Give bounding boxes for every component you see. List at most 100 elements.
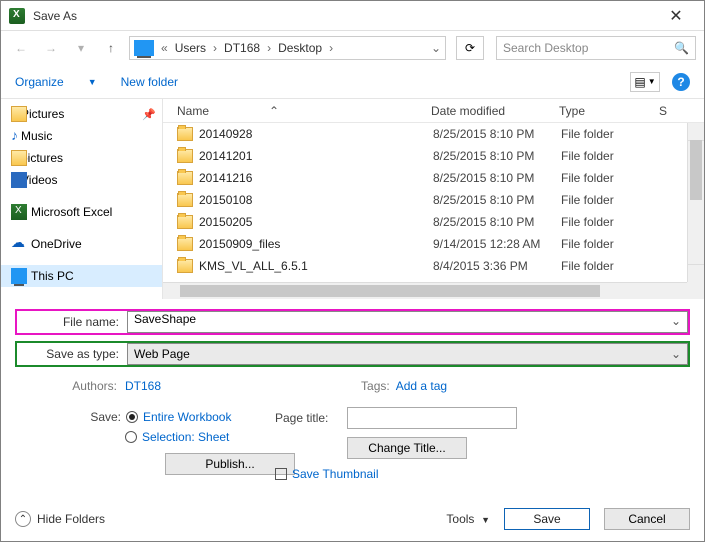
- search-input[interactable]: Search Desktop 🔍: [496, 36, 696, 60]
- file-row[interactable]: KMS_VL_ALL_6.5.18/4/2015 3:36 PMFile fol…: [163, 255, 687, 277]
- refresh-button[interactable]: ⟳: [456, 36, 484, 60]
- save-thumbnail-label[interactable]: Save Thumbnail: [292, 467, 379, 481]
- option-entire-workbook[interactable]: Entire Workbook: [143, 410, 231, 424]
- authors-value[interactable]: DT168: [125, 379, 161, 393]
- file-name: 20150108: [199, 193, 433, 207]
- excel-app-icon: [9, 8, 25, 24]
- breadcrumb-item[interactable]: DT168: [220, 41, 264, 55]
- onedrive-icon: ☁: [11, 236, 27, 252]
- tools-menu[interactable]: Tools ▼: [446, 512, 490, 526]
- sidebar-item-pictures-lower[interactable]: pictures: [1, 147, 162, 169]
- file-date: 8/25/2015 8:10 PM: [433, 193, 561, 207]
- column-date[interactable]: Date modified: [431, 104, 559, 118]
- file-date: 8/25/2015 8:10 PM: [433, 149, 561, 163]
- chevron-down-icon[interactable]: ⌄: [671, 312, 681, 330]
- chevron-down-icon[interactable]: ⌄: [427, 41, 445, 55]
- file-type: File folder: [561, 171, 661, 185]
- folder-icon: [11, 150, 27, 166]
- file-type: File folder: [561, 237, 661, 251]
- excel-icon: [11, 204, 27, 220]
- file-row[interactable]: 201502058/25/2015 8:10 PMFile folder: [163, 211, 687, 233]
- save-type-select[interactable]: Web Page ⌄: [127, 343, 688, 365]
- folder-icon: [177, 171, 193, 185]
- chevron-down-icon: ⌄: [671, 347, 681, 361]
- sidebar-item-label: Pictures: [21, 107, 64, 121]
- file-type: File folder: [561, 259, 661, 273]
- file-row[interactable]: 201412168/25/2015 8:10 PMFile folder: [163, 167, 687, 189]
- new-folder-button[interactable]: New folder: [121, 75, 178, 89]
- file-row[interactable]: 201501088/25/2015 8:10 PMFile folder: [163, 189, 687, 211]
- folder-icon: [177, 215, 193, 229]
- radio-entire-workbook[interactable]: [126, 411, 138, 423]
- search-placeholder: Search Desktop: [503, 41, 674, 55]
- sidebar-item-label: pictures: [21, 151, 63, 165]
- file-type: File folder: [561, 215, 661, 229]
- chevron-up-icon: ⌃: [15, 511, 31, 527]
- save-button[interactable]: Save: [504, 508, 590, 530]
- save-thumbnail-checkbox[interactable]: [275, 468, 287, 480]
- organize-menu[interactable]: Organize: [15, 75, 64, 89]
- hide-folders-button[interactable]: ⌃ Hide Folders: [15, 511, 105, 527]
- file-type: File folder: [561, 193, 661, 207]
- column-size[interactable]: S: [659, 104, 667, 118]
- chevron-down-icon[interactable]: ▼: [88, 77, 97, 87]
- file-row[interactable]: 201412018/25/2015 8:10 PMFile folder: [163, 145, 687, 167]
- close-icon[interactable]: ✕: [656, 6, 696, 26]
- authors-label: Authors:: [15, 379, 119, 393]
- tags-value[interactable]: Add a tag: [396, 379, 447, 393]
- forward-button[interactable]: →: [39, 36, 63, 60]
- sidebar-item-this-pc[interactable]: This PC: [1, 265, 162, 287]
- page-title-input[interactable]: [347, 407, 517, 429]
- pictures-icon: [11, 106, 27, 122]
- file-type: File folder: [561, 149, 661, 163]
- sidebar-item-label: Microsoft Excel: [31, 205, 112, 219]
- horizontal-scrollbar[interactable]: [163, 282, 687, 299]
- column-headers: Name⌃ Date modified Type S: [163, 99, 704, 123]
- back-button[interactable]: ←: [9, 36, 33, 60]
- change-title-button[interactable]: Change Title...: [347, 437, 467, 459]
- tags-label: Tags:: [361, 379, 390, 393]
- sort-caret-icon: ⌃: [269, 104, 279, 118]
- file-name: 20140928: [199, 127, 433, 141]
- chevron-right-icon: ›: [264, 41, 274, 55]
- vertical-scrollbar[interactable]: [687, 123, 704, 282]
- file-row[interactable]: 20150909_files9/14/2015 12:28 AMFile fol…: [163, 233, 687, 255]
- radio-selection-sheet[interactable]: [125, 431, 137, 443]
- sidebar-item-videos[interactable]: Videos: [1, 169, 162, 191]
- column-name[interactable]: Name⌃: [177, 104, 431, 118]
- folder-icon: [177, 259, 193, 273]
- view-mode-button[interactable]: ▤▼: [630, 72, 660, 92]
- column-type[interactable]: Type: [559, 104, 659, 118]
- filename-input[interactable]: SaveShape ⌄: [127, 311, 688, 333]
- file-date: 8/25/2015 8:10 PM: [433, 215, 561, 229]
- file-date: 8/4/2015 3:36 PM: [433, 259, 561, 273]
- sidebar-item-onedrive[interactable]: ☁ OneDrive: [1, 233, 162, 255]
- folder-icon: [177, 237, 193, 251]
- search-icon: 🔍: [674, 41, 689, 55]
- file-name: 20141216: [199, 171, 433, 185]
- scroll-corner: [687, 282, 704, 299]
- help-icon[interactable]: ?: [672, 73, 690, 91]
- up-button[interactable]: ↑: [99, 36, 123, 60]
- folder-icon: [177, 149, 193, 163]
- sidebar-item-pictures[interactable]: Pictures 📌: [1, 103, 162, 125]
- breadcrumb[interactable]: « Users › DT168 › Desktop › ⌄: [129, 36, 446, 60]
- sidebar-item-label: OneDrive: [31, 237, 82, 251]
- file-row[interactable]: 201409288/25/2015 8:10 PMFile folder: [163, 123, 687, 145]
- cancel-button[interactable]: Cancel: [604, 508, 690, 530]
- pin-icon: 📌: [142, 108, 156, 121]
- sidebar-item-excel[interactable]: Microsoft Excel: [1, 201, 162, 223]
- option-selection-sheet[interactable]: Selection: Sheet: [142, 430, 229, 444]
- file-name: 20150909_files: [199, 237, 433, 251]
- file-name: KMS_VL_ALL_6.5.1: [199, 259, 433, 273]
- file-date: 8/25/2015 8:10 PM: [433, 171, 561, 185]
- sidebar-item-music[interactable]: ♪ Music: [1, 125, 162, 147]
- folder-icon: [177, 193, 193, 207]
- filename-value: SaveShape: [134, 312, 196, 326]
- breadcrumb-item[interactable]: Users: [171, 41, 210, 55]
- pc-icon: [11, 268, 27, 284]
- file-date: 8/25/2015 8:10 PM: [433, 127, 561, 141]
- breadcrumb-item[interactable]: Desktop: [274, 41, 326, 55]
- page-title-label: Page title:: [275, 411, 347, 425]
- recent-dropdown[interactable]: ▾: [69, 36, 93, 60]
